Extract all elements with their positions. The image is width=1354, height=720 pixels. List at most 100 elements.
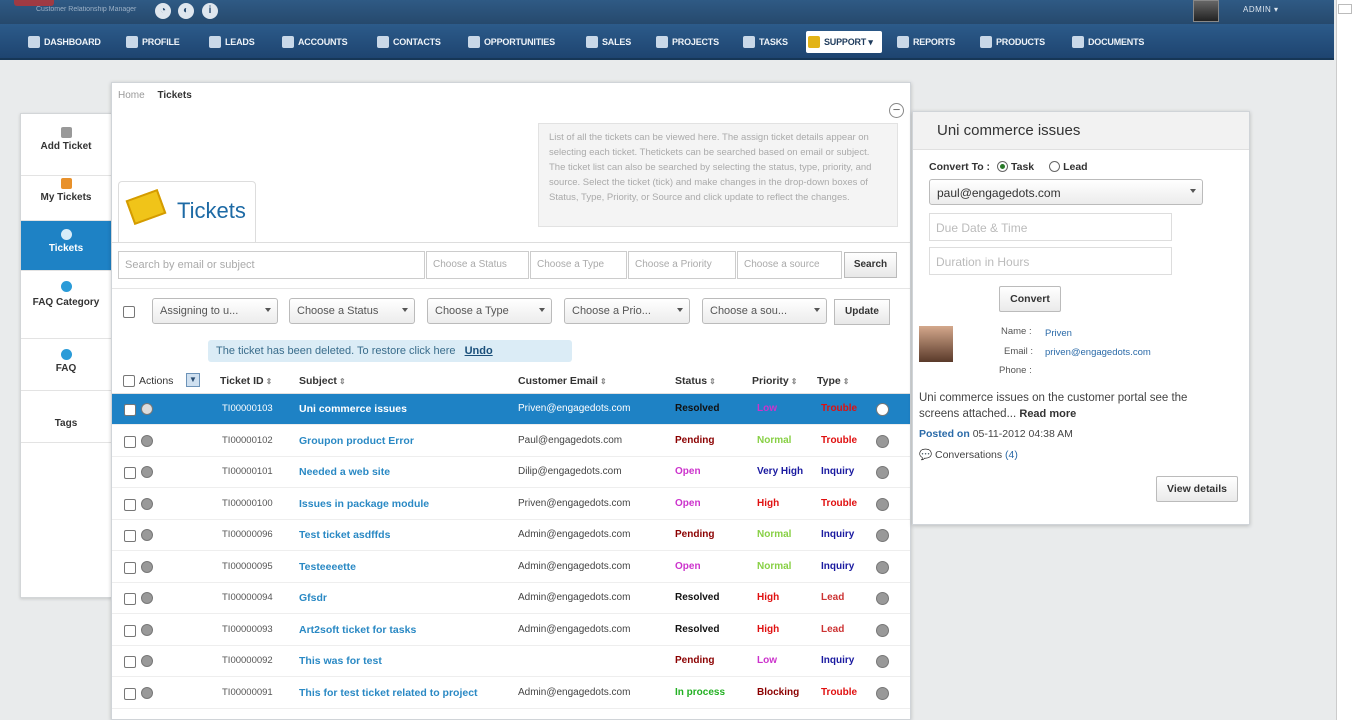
sidebar-item-faq-category[interactable]: FAQ Category — [21, 271, 111, 339]
row-action-icon[interactable] — [876, 403, 889, 416]
task-radio[interactable] — [996, 161, 1008, 172]
search-input[interactable]: Search by email or subject — [118, 251, 425, 279]
row-checkbox[interactable] — [124, 435, 136, 448]
row-action-icon[interactable] — [876, 592, 889, 605]
info-icon[interactable] — [141, 686, 153, 699]
row-checkbox[interactable] — [124, 530, 136, 542]
row-checkbox[interactable] — [124, 687, 136, 700]
ticket-subject[interactable]: Uni commerce issues — [299, 403, 407, 415]
search-source-select[interactable]: Choose a source — [737, 251, 842, 279]
info-icon[interactable] — [141, 434, 153, 447]
row-action-icon[interactable] — [876, 497, 889, 511]
sidebar-item-my-tickets[interactable]: My Tickets — [21, 176, 111, 221]
info-icon[interactable] — [141, 560, 153, 573]
ticket-subject[interactable]: Art2soft ticket for tasks — [299, 624, 416, 636]
table-row[interactable]: TI00000092 This was for test Pending Low Inq… — [112, 646, 910, 677]
search-status-select[interactable]: Choose a Status — [426, 251, 529, 279]
row-checkbox[interactable] — [124, 404, 136, 416]
info-icon[interactable] — [141, 497, 153, 510]
user-avatar[interactable] — [1193, 0, 1219, 22]
col-customer-email[interactable]: Customer Email ⇕ — [518, 375, 607, 387]
nav-accounts[interactable]: ACCOUNTS — [280, 31, 348, 53]
row-action-icon[interactable] — [876, 655, 889, 668]
bulk-select-checkbox[interactable] — [123, 306, 135, 318]
view-details-button[interactable]: View details — [1156, 476, 1238, 502]
table-row[interactable]: TI00000095 Testeeeette Admin@engagedots.co… — [112, 552, 910, 583]
lead-radio[interactable] — [1049, 161, 1061, 172]
table-row[interactable]: TI00000101 Needed a web site Dilip@engaged… — [112, 457, 910, 488]
app-logo[interactable]: Customer Relationship Manager — [14, 0, 136, 18]
breadcrumb-home[interactable]: Home — [118, 90, 145, 101]
ticket-subject[interactable]: This was for test — [299, 655, 382, 667]
bulk-source-select[interactable]: Choose a sou... — [702, 298, 827, 324]
duration-input[interactable]: Duration in Hours — [929, 247, 1172, 275]
sidebar-item-faq[interactable]: FAQ — [21, 339, 111, 391]
row-checkbox[interactable] — [124, 656, 136, 668]
col-priority[interactable]: Priority ⇕ — [752, 375, 797, 387]
customer-name[interactable]: Priven — [1045, 328, 1072, 339]
undo-link[interactable]: Undo — [465, 345, 493, 357]
assignee-select[interactable]: paul@engagedots.com — [929, 179, 1203, 205]
ticket-subject[interactable]: This for test ticket related to project — [299, 687, 478, 699]
nav-dashboard[interactable]: DASHBOARD — [26, 31, 101, 53]
col-status[interactable]: Status ⇕ — [675, 375, 716, 387]
table-row[interactable]: TI00000094 Gfsdr Admin@engagedots.com Resol… — [112, 583, 910, 614]
col-ticket-id[interactable]: Ticket ID ⇕ — [220, 375, 272, 387]
sidebar-item-tickets[interactable]: Tickets — [21, 221, 111, 271]
bulk-status-select[interactable]: Choose a Status — [289, 298, 415, 324]
search-button[interactable]: Search — [844, 252, 897, 278]
ticket-subject[interactable]: Needed a web site — [299, 466, 390, 478]
nav-contacts[interactable]: CONTACTS — [375, 31, 441, 53]
search-type-select[interactable]: Choose a Type — [530, 251, 627, 279]
row-action-icon[interactable] — [876, 529, 889, 542]
nav-documents[interactable]: DOCUMENTS — [1070, 31, 1144, 53]
ticket-subject[interactable]: Testeeeette — [299, 561, 356, 573]
table-row[interactable]: TI00000093 Art2soft ticket for tasks Admin… — [112, 615, 910, 646]
nav-tasks[interactable]: TASKS — [741, 31, 788, 53]
ticket-subject[interactable]: Groupon product Error — [299, 435, 414, 447]
nav-opportunities[interactable]: OPPORTUNITIES — [466, 31, 555, 53]
ticket-subject[interactable]: Issues in package module — [299, 498, 429, 510]
nav-products[interactable]: PRODUCTS — [978, 31, 1045, 53]
row-action-icon[interactable] — [876, 560, 889, 574]
table-row[interactable]: TI00000100 Issues in package module Priven… — [112, 489, 910, 520]
table-row[interactable]: TI00000103 Uni commerce issues Priven@enga… — [112, 394, 910, 425]
row-checkbox[interactable] — [124, 561, 136, 574]
convert-button[interactable]: Convert — [999, 286, 1061, 312]
table-row[interactable]: TI00000102 Groupon product Error Paul@enga… — [112, 426, 910, 457]
page-scrollbar[interactable] — [1336, 0, 1354, 720]
nav-leads[interactable]: LEADS — [207, 31, 255, 53]
select-all-checkbox[interactable] — [123, 375, 135, 387]
refresh-icon[interactable]: ◐ — [178, 3, 194, 19]
row-action-icon[interactable] — [876, 434, 889, 448]
bulk-priority-select[interactable]: Choose a Prio... — [564, 298, 690, 324]
actions-dropdown-icon[interactable]: ▼ — [186, 373, 200, 387]
info-icon[interactable] — [141, 623, 153, 636]
bulk-type-select[interactable]: Choose a Type — [427, 298, 552, 324]
row-checkbox[interactable] — [124, 593, 136, 605]
info-icon[interactable]: i — [202, 3, 218, 19]
assign-select[interactable]: Assigning to u... — [152, 298, 278, 324]
customer-email[interactable]: priven@engagedots.com — [1045, 347, 1151, 358]
nav-projects[interactable]: PROJECTS — [654, 31, 719, 53]
admin-menu[interactable]: ADMIN ▾ — [1243, 5, 1279, 14]
col-type[interactable]: Type ⇕ — [817, 375, 849, 387]
collapse-icon[interactable]: − — [889, 103, 904, 118]
info-icon[interactable] — [141, 403, 153, 415]
table-row[interactable]: TI00000096 Test ticket asdffds Admin@engag… — [112, 520, 910, 551]
ticket-subject[interactable]: Test ticket asdffds — [299, 529, 390, 541]
col-subject[interactable]: Subject ⇕ — [299, 375, 346, 387]
info-icon[interactable] — [141, 655, 153, 667]
info-icon[interactable] — [141, 466, 153, 478]
nav-reports[interactable]: REPORTS — [895, 31, 955, 53]
row-checkbox[interactable] — [124, 624, 136, 637]
globe-icon[interactable]: ◔ — [155, 3, 171, 19]
nav-support[interactable]: SUPPORT ▾ — [806, 31, 882, 53]
nav-profile[interactable]: PROFILE — [124, 31, 180, 53]
info-icon[interactable] — [141, 592, 153, 604]
row-checkbox[interactable] — [124, 467, 136, 479]
ticket-subject[interactable]: Gfsdr — [299, 592, 327, 604]
row-action-icon[interactable] — [876, 623, 889, 637]
row-action-icon[interactable] — [876, 686, 889, 700]
search-priority-select[interactable]: Choose a Priority — [628, 251, 736, 279]
